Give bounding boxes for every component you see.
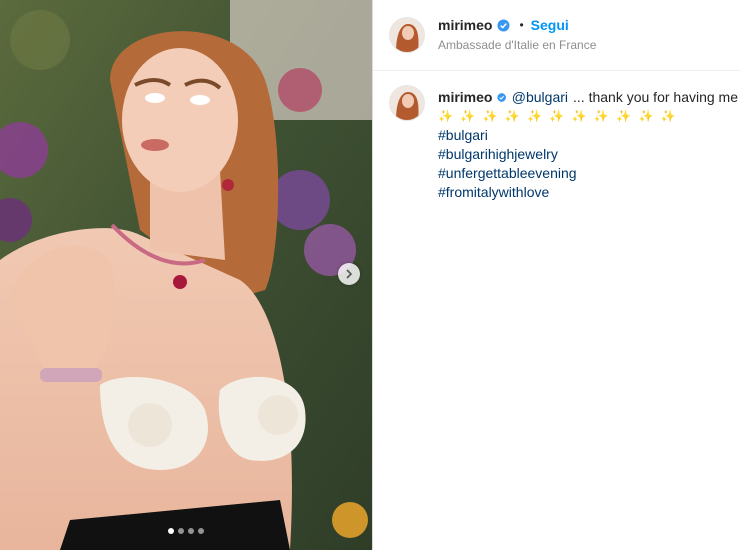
divider [372,0,373,550]
carousel-dot [178,528,184,534]
verified-badge-icon [497,18,511,32]
header-user-row: mirimeo • Segui [438,17,569,33]
separator-dot: • [519,18,524,32]
hashtag-link[interactable]: #bulgari [438,126,738,145]
caption-username[interactable]: mirimeo [438,88,492,107]
caption-first-line: mirimeo @bulgari ... thank you for havin… [438,88,738,107]
avatar[interactable] [389,17,425,53]
follow-button[interactable]: Segui [531,17,569,33]
caption-text: mirimeo @bulgari ... thank you for havin… [438,88,738,202]
caption-body: ... thank you for having me [573,89,738,105]
username[interactable]: mirimeo [438,17,492,33]
mention-link[interactable]: @bulgari [512,88,568,107]
next-slide-button[interactable] [338,263,360,285]
carousel-dot [168,528,174,534]
hashtag-link[interactable]: #unfergettableevening [438,164,738,183]
avatar-photo [390,86,424,120]
chevron-right-icon [346,269,353,279]
avatar-photo [390,18,424,52]
carousel-dot [198,528,204,534]
avatar[interactable] [389,85,425,121]
carousel-indicator [0,528,372,534]
hashtag-link[interactable]: #bulgarihighjewelry [438,145,738,164]
hashtag-link[interactable]: #fromitalywithlove [438,183,738,202]
sparkles-emoji: ✨ ✨ ✨ ✨ ✨ ✨ ✨ ✨ ✨ ✨ ✨ [438,109,678,123]
post-photo [0,0,372,550]
post-image[interactable] [0,0,372,550]
post-header: mirimeo • Segui Ambassade d'Italie en Fr… [373,0,740,71]
verified-badge-icon [497,93,507,102]
carousel-dot [188,528,194,534]
location-link[interactable]: Ambassade d'Italie en France [438,38,596,52]
